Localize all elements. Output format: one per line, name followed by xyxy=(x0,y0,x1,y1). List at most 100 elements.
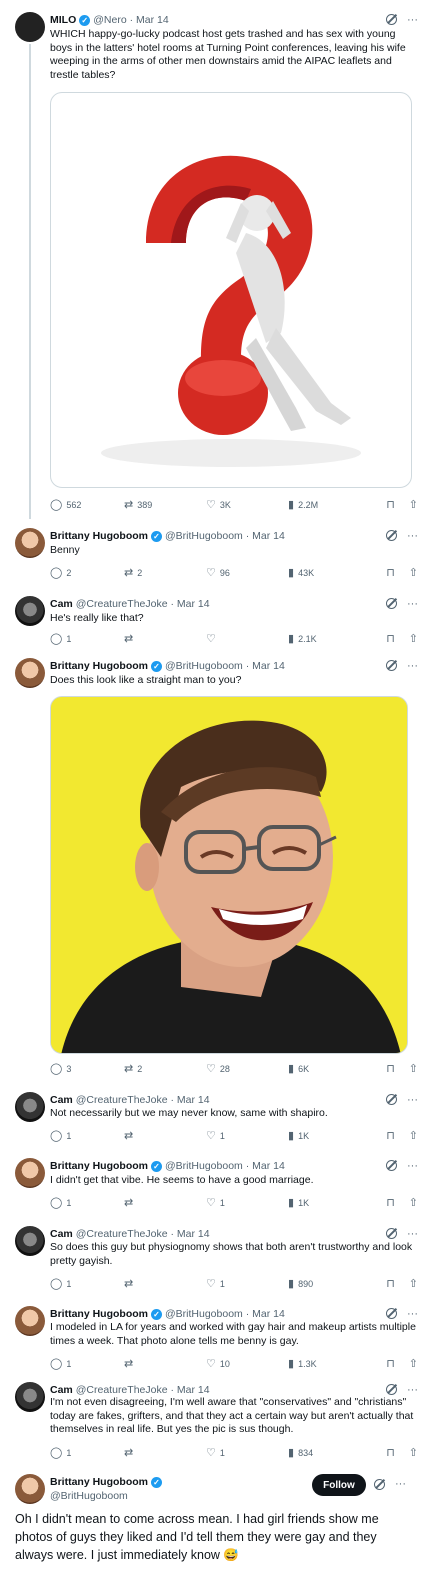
share-icon[interactable]: ⇧ xyxy=(409,1130,418,1142)
avatar[interactable] xyxy=(15,658,45,688)
like-button[interactable]: ♡ 96 xyxy=(206,567,288,579)
bookmark-icon[interactable]: ⊓ xyxy=(386,1063,395,1075)
repost-button[interactable]: ⇄ xyxy=(124,1278,206,1290)
tweet-image[interactable] xyxy=(50,696,408,1054)
reply-button[interactable]: ◯ 1 xyxy=(50,1197,124,1209)
repost-button[interactable]: ⇄ 2 xyxy=(124,567,206,579)
avatar[interactable] xyxy=(15,1382,45,1412)
author-name[interactable]: Brittany Hugoboom xyxy=(50,660,148,672)
author-handle[interactable]: @Nero · Mar 14 xyxy=(93,14,168,26)
reply-button[interactable]: ◯ 2 xyxy=(50,567,124,579)
author-name[interactable]: Brittany Hugoboom xyxy=(50,1160,148,1172)
tweet[interactable]: Brittany Hugoboom ✓ @BritHugoboom · Mar … xyxy=(0,1154,432,1220)
like-button[interactable]: ♡ 1 xyxy=(206,1447,288,1459)
author-handle[interactable]: @BritHugoboom xyxy=(50,1490,128,1502)
follow-button[interactable]: Follow xyxy=(312,1474,366,1496)
reply-button[interactable]: ◯ 562 xyxy=(50,499,124,511)
tweet[interactable]: Cam @CreatureTheJoke · Mar 14 ··· So doe… xyxy=(0,1222,432,1300)
grok-icon[interactable] xyxy=(386,1094,397,1105)
avatar[interactable] xyxy=(15,12,45,42)
avatar[interactable] xyxy=(15,1306,45,1336)
author-handle[interactable]: @BritHugoboom · Mar 14 xyxy=(165,1308,285,1320)
author-handle[interactable]: @BritHugoboom · Mar 14 xyxy=(165,1160,285,1172)
bookmark-icon[interactable]: ⊓ xyxy=(386,1130,395,1142)
share-icon[interactable]: ⇧ xyxy=(409,1358,418,1370)
like-button[interactable]: ♡ 10 xyxy=(206,1358,288,1370)
reply-button[interactable]: ◯ 3 xyxy=(50,1063,124,1075)
author-handle[interactable]: @BritHugoboom · Mar 14 xyxy=(165,660,285,672)
reply-button[interactable]: ◯ 1 xyxy=(50,1447,124,1459)
avatar[interactable] xyxy=(15,1226,45,1256)
author-name[interactable]: Cam xyxy=(50,1094,73,1106)
views-button[interactable]: ▮ 1.3K xyxy=(288,1358,372,1370)
bookmark-icon[interactable]: ⊓ xyxy=(386,1358,395,1370)
views-button[interactable]: ▮ 6K xyxy=(288,1063,372,1075)
author-name[interactable]: Brittany Hugoboom xyxy=(50,530,148,542)
like-button[interactable]: ♡ xyxy=(206,633,288,645)
views-button[interactable]: ▮ 1K xyxy=(288,1130,372,1142)
share-icon[interactable]: ⇧ xyxy=(409,499,418,511)
like-button[interactable]: ♡ 1 xyxy=(206,1197,288,1209)
author-name[interactable]: Cam xyxy=(50,1228,73,1240)
more-icon[interactable]: ··· xyxy=(407,660,418,672)
author-handle[interactable]: @BritHugoboom · Mar 14 xyxy=(165,530,285,542)
more-icon[interactable]: ··· xyxy=(407,1094,418,1106)
grok-icon[interactable] xyxy=(386,14,397,25)
repost-button[interactable]: ⇄ xyxy=(124,633,206,645)
repost-button[interactable]: ⇄ 389 xyxy=(124,499,206,511)
grok-icon[interactable] xyxy=(386,1160,397,1171)
repost-button[interactable]: ⇄ xyxy=(124,1447,206,1459)
share-icon[interactable]: ⇧ xyxy=(409,1278,418,1290)
avatar[interactable] xyxy=(15,1158,45,1188)
share-icon[interactable]: ⇧ xyxy=(409,633,418,645)
repost-button[interactable]: ⇄ 2 xyxy=(124,1063,206,1075)
bookmark-icon[interactable]: ⊓ xyxy=(386,1278,395,1290)
tweet[interactable]: Cam @CreatureTheJoke · Mar 14 ··· He's r… xyxy=(0,590,432,652)
author-handle[interactable]: @CreatureTheJoke · Mar 14 xyxy=(76,598,210,610)
more-icon[interactable]: ··· xyxy=(395,1478,406,1490)
grok-icon[interactable] xyxy=(386,1228,397,1239)
tweet[interactable]: Brittany Hugoboom ✓ @BritHugoboom · Mar … xyxy=(0,520,432,588)
bookmark-icon[interactable]: ⊓ xyxy=(386,499,395,511)
grok-icon[interactable] xyxy=(386,530,397,541)
bookmark-icon[interactable]: ⊓ xyxy=(386,567,395,579)
tweet-image[interactable] xyxy=(50,92,412,488)
like-button[interactable]: ♡ 1 xyxy=(206,1130,288,1142)
author-name[interactable]: Brittany Hugoboom xyxy=(50,1476,148,1488)
tweet[interactable]: Brittany Hugoboom ✓ @BritHugoboom · Mar … xyxy=(0,1302,432,1376)
author-name[interactable]: Cam xyxy=(50,1384,73,1396)
like-button[interactable]: ♡ 3K xyxy=(206,499,288,511)
views-button[interactable]: ▮ 2.2M xyxy=(288,499,372,511)
author-handle[interactable]: @CreatureTheJoke · Mar 14 xyxy=(76,1094,210,1106)
reply-button[interactable]: ◯ 1 xyxy=(50,1130,124,1142)
tweet[interactable]: Brittany Hugoboom ✓ @BritHugoboom · Mar … xyxy=(0,654,432,1086)
author-name[interactable]: Brittany Hugoboom xyxy=(50,1308,148,1320)
bookmark-icon[interactable]: ⊓ xyxy=(386,1447,395,1459)
author-name[interactable]: Cam xyxy=(50,598,73,610)
share-icon[interactable]: ⇧ xyxy=(409,567,418,579)
views-button[interactable]: ▮ 834 xyxy=(288,1447,372,1459)
reply-button[interactable]: ◯ 1 xyxy=(50,1358,124,1370)
more-icon[interactable]: ··· xyxy=(407,14,418,26)
more-icon[interactable]: ··· xyxy=(407,530,418,542)
grok-icon[interactable] xyxy=(374,1478,385,1490)
repost-button[interactable]: ⇄ xyxy=(124,1358,206,1370)
more-icon[interactable]: ··· xyxy=(407,1384,418,1396)
share-icon[interactable]: ⇧ xyxy=(409,1063,418,1075)
grok-icon[interactable] xyxy=(386,1384,397,1395)
views-button[interactable]: ▮ 2.1K xyxy=(288,633,372,645)
bookmark-icon[interactable]: ⊓ xyxy=(386,633,395,645)
more-icon[interactable]: ··· xyxy=(407,598,418,610)
avatar[interactable] xyxy=(15,1092,45,1122)
tweet[interactable]: Cam @CreatureTheJoke · Mar 14 ··· Not ne… xyxy=(0,1088,432,1152)
more-icon[interactable]: ··· xyxy=(407,1308,418,1320)
views-button[interactable]: ▮ 1K xyxy=(288,1197,372,1209)
author-handle[interactable]: @CreatureTheJoke · Mar 14 xyxy=(76,1228,210,1240)
more-icon[interactable]: ··· xyxy=(407,1228,418,1240)
reply-button[interactable]: ◯ 1 xyxy=(50,1278,124,1290)
repost-button[interactable]: ⇄ xyxy=(124,1130,206,1142)
avatar[interactable] xyxy=(15,528,45,558)
avatar[interactable] xyxy=(15,1474,45,1504)
like-button[interactable]: ♡ 1 xyxy=(206,1278,288,1290)
author-name[interactable]: MILO xyxy=(50,14,76,26)
